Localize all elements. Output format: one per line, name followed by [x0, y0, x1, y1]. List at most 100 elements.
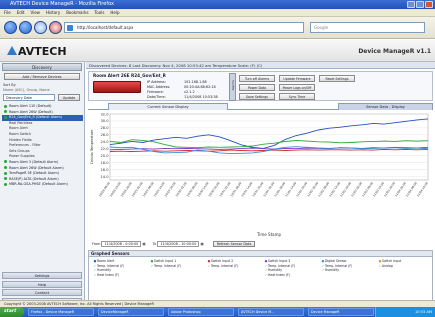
- sidebar-footer-help[interactable]: Help: [2, 280, 82, 288]
- graphed-sensor-item[interactable]: ✓Analog: [378, 264, 425, 269]
- from-label: From: [92, 242, 101, 246]
- taskbar-item[interactable]: Firefox - Device ManageR: [28, 308, 94, 316]
- taskbar-item[interactable]: Adobe Photoshop: [168, 308, 234, 316]
- address-bar[interactable]: http://localhost/default.aspx: [64, 22, 304, 33]
- y-tick-label: 26.0: [100, 133, 109, 137]
- tree-item-label: Room Alert 3 (Default Alarm): [9, 159, 59, 164]
- graphed-sensor-label: Humidity: [97, 268, 112, 273]
- back-icon[interactable]: [4, 21, 17, 34]
- status-dot-icon: [4, 166, 7, 170]
- device-action-button[interactable]: Power Logs on/Off: [279, 84, 315, 91]
- tree-item-label: TemPageR 3E (Default Alarm): [9, 171, 59, 176]
- taskbar-item[interactable]: AVTECH Device M...: [238, 308, 304, 316]
- device-action-button[interactable]: Sync Time: [279, 93, 315, 100]
- graphed-sensor-item[interactable]: ✓Heat Index (F): [93, 273, 140, 278]
- status-bar: Copyright © 2003-2008 AVTECH Software, I…: [0, 300, 435, 307]
- menu-item-edit[interactable]: Edit: [17, 10, 25, 15]
- graphed-sensor-label: Heat Index (F): [97, 272, 120, 277]
- from-calendar-icon[interactable]: ▦: [142, 242, 145, 246]
- from-date-input[interactable]: 11/4/2008 - 0:00:00: [101, 241, 142, 247]
- menu-item-help[interactable]: Help: [110, 10, 119, 15]
- search-input[interactable]: Google: [310, 22, 425, 33]
- device-action-button[interactable]: Power Data: [239, 84, 275, 91]
- add-remove-devices-button[interactable]: Add / Remove Devices: [4, 73, 80, 80]
- y-tick-label: 14.0: [100, 175, 109, 179]
- tree-item-label: Room Alert: [9, 126, 28, 131]
- sidebar-footer-contact[interactable]: Contact: [2, 289, 82, 296]
- tree-item-label: MBR-RA-GSA-PHSE (Default Alarm): [9, 182, 68, 187]
- status-dot-icon: [4, 171, 7, 175]
- graphed-sensor-label: Temp. Internal (F): [211, 263, 239, 268]
- to-date-input[interactable]: 11/4/2008 - 10:00:00: [157, 241, 200, 247]
- logo-triangle-icon: [7, 46, 17, 55]
- tree-item-label: Room Switch: [9, 131, 31, 136]
- sort-select[interactable]: Discovery Date: [3, 94, 55, 101]
- sensor-chart: 14.0 16.0 18.0 20.0 22.0 24.0 26.0 28.0 30.0 32.0…: [88, 110, 433, 240]
- taskbar-item[interactable]: DeviceManageR: [98, 308, 164, 316]
- reload-icon[interactable]: [34, 21, 47, 34]
- start-button[interactable]: start: [0, 307, 24, 317]
- graphed-sensor-label: Heat Index (F): [268, 272, 291, 277]
- status-dot-icon: [4, 104, 7, 108]
- sidebar-footer-settings[interactable]: Settings: [2, 272, 82, 279]
- alarms-tab[interactable]: Alarms: [229, 73, 236, 101]
- y-tick-label: 24.0: [100, 140, 109, 144]
- menu-item-view[interactable]: View: [30, 10, 40, 15]
- taskbar-item[interactable]: Device ManageR: [308, 308, 374, 316]
- status-dot-icon: [4, 177, 7, 181]
- graphed-sensor-item[interactable]: ✓Humidity: [321, 268, 368, 273]
- taskbar: start Firefox - Device ManageR DeviceMana…: [0, 307, 435, 317]
- menu-item-tools[interactable]: Tools: [95, 10, 105, 15]
- date-range-toolbar: From 11/4/2008 - 0:00:00 ▦ To 11/4/2008 …: [92, 240, 422, 248]
- device-field-value: 00:20:4A:88:62:18: [184, 85, 216, 89]
- update-button[interactable]: Update: [58, 94, 80, 101]
- tree-item-label: Sets Groups: [9, 148, 30, 153]
- device-action-button[interactable]: Turn off Alarms: [239, 75, 275, 82]
- discovery-info-bar: Discovered Devices: 8 Last Discovery: No…: [86, 62, 435, 69]
- navigation-toolbar: http://localhost/default.aspx Google: [0, 17, 435, 39]
- menu-item-file[interactable]: File: [4, 10, 11, 15]
- graphed-sensor-label: Temp. Internal (F): [97, 263, 125, 268]
- menu-item-bookmarks[interactable]: Bookmarks: [66, 10, 88, 15]
- graphed-sensor-label: Humidity: [268, 268, 283, 273]
- maximize-button[interactable]: [416, 1, 424, 8]
- menu-item-history[interactable]: History: [46, 10, 60, 15]
- chart-svg: 14.0 16.0 18.0 20.0 22.0 24.0 26.0 28.0 30.0 32.0…: [90, 112, 429, 237]
- to-calendar-icon[interactable]: ▦: [200, 242, 203, 246]
- device-panel: Room Alert 26E R24_Gov/Ent_R IP Address:…: [88, 71, 433, 101]
- status-dot-icon: [4, 160, 7, 164]
- menu-bar: File Edit View History Bookmarks Tools Help: [0, 9, 435, 17]
- minimize-button[interactable]: [407, 1, 415, 8]
- graphed-sensors-grid: ●Room Alert ✓Temp. Internal (F) ✓Humidity ✓…: [88, 257, 433, 305]
- tree-item-label: Preferences - Filter: [9, 143, 41, 148]
- device-action-button[interactable]: Reset Settings: [319, 75, 355, 82]
- tree-item-label: RA3E(P) ALTA (Default Alarm): [9, 176, 59, 181]
- graphed-sensor-label: Humidity: [325, 268, 340, 273]
- close-button[interactable]: [425, 1, 433, 8]
- graphed-sensor-label: Temp. Internal (F): [325, 263, 353, 268]
- tree-item[interactable]: MBR-RA-GSA-PHSE (Default Alarm): [2, 182, 83, 188]
- refresh-sensor-data-button[interactable]: Refresh Sensor Data: [212, 241, 256, 247]
- graphed-sensor-item[interactable]: ✓Temp. Internal (F): [207, 264, 254, 269]
- tab-sensor-data-display[interactable]: Sensor Data - Display: [338, 103, 433, 110]
- graphed-sensor-item[interactable]: ✓Temp. Internal (F): [150, 264, 197, 269]
- graphed-sensors-header: Graphed Sensors: [88, 250, 433, 257]
- stop-icon[interactable]: [49, 21, 62, 34]
- forward-icon[interactable]: [19, 21, 32, 34]
- graphed-sensor-column: ●Switch Input ✓Analog: [378, 259, 425, 268]
- search-placeholder: Google: [314, 25, 329, 30]
- device-action-button[interactable]: Save Settings: [239, 93, 275, 100]
- tree-item-label: Room Alert 11E (Default): [9, 104, 52, 108]
- device-action-button[interactable]: Update Firmware: [279, 75, 315, 82]
- tree-item-label: R24_Gov/Ent_R (Default Alarm): [9, 115, 63, 120]
- y-tick-label: 20.0: [100, 154, 109, 158]
- y-tick-label: 18.0: [100, 161, 109, 165]
- y-tick-label: 30.0: [100, 119, 109, 123]
- tab-current-sensor-display[interactable]: Current Sensor Display: [108, 103, 228, 110]
- device-tree: Room Alert 11E (Default) Room Alert 26W (…: [2, 104, 83, 188]
- y-tick-label: 32.0: [100, 112, 109, 116]
- status-dot-icon: [4, 110, 7, 114]
- device-image: [93, 81, 141, 93]
- tree-item-label: Real Pointless: [9, 120, 33, 125]
- graphed-sensor-item[interactable]: ✓Heat Index (F): [264, 273, 311, 278]
